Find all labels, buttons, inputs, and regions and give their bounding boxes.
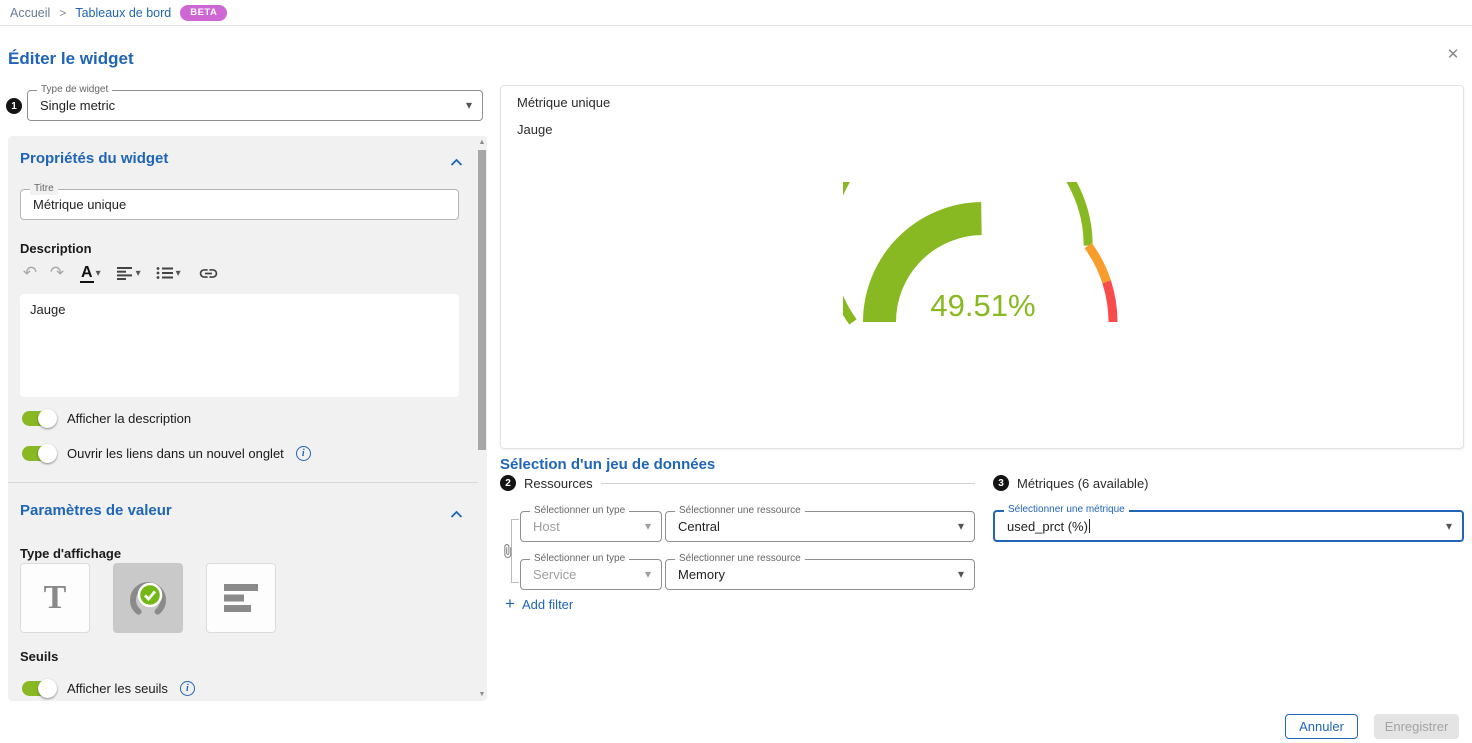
- breadcrumb-separator-icon: >: [59, 6, 66, 20]
- page-title: Éditer le widget: [8, 49, 134, 69]
- breadcrumb-dashboards-link[interactable]: Tableaux de bord: [75, 6, 171, 20]
- show-thresholds-toggle-row: Afficher les seuils i: [22, 677, 195, 699]
- properties-section-title: Propriétés du widget: [20, 150, 168, 167]
- collapse-properties-icon[interactable]: [450, 154, 463, 172]
- resources-rule: [601, 483, 975, 484]
- description-text: Jauge: [30, 302, 65, 317]
- thresholds-label: Seuils: [20, 649, 58, 664]
- scroll-up-icon[interactable]: ▲: [477, 139, 487, 146]
- edit-widget-modal: Accueil > Tableaux de bord BETA Éditer l…: [0, 0, 1472, 743]
- chevron-down-icon: ▾: [176, 268, 181, 279]
- widget-type-select[interactable]: Type de widget Single metric ▾: [27, 90, 483, 121]
- display-option-gauge[interactable]: [113, 563, 183, 633]
- breadcrumb: Accueil > Tableaux de bord BETA: [0, 0, 1472, 26]
- section-divider: [8, 482, 478, 483]
- save-button[interactable]: Enregistrer: [1374, 714, 1459, 739]
- title-field[interactable]: Titre Métrique unique: [20, 189, 459, 220]
- step-3-badge: 3: [993, 475, 1009, 491]
- display-option-bar[interactable]: [206, 563, 276, 633]
- attach-icon: [500, 543, 515, 564]
- show-description-label: Afficher la description: [67, 411, 191, 426]
- description-label: Description: [20, 241, 92, 256]
- list-icon[interactable]: ▾: [156, 261, 181, 285]
- beta-badge: BETA: [180, 5, 227, 21]
- link-icon[interactable]: [198, 261, 219, 285]
- chevron-down-icon: ▾: [645, 519, 651, 533]
- resource-type-value-1: Host: [533, 519, 560, 534]
- chevron-down-icon: ▾: [466, 98, 472, 112]
- widget-properties-panel: Propriétés du widget Titre Métrique uniq…: [8, 136, 487, 701]
- cancel-button[interactable]: Annuler: [1285, 714, 1358, 739]
- resource-select-1[interactable]: Sélectionner une ressource Central ▾: [665, 511, 975, 542]
- font-color-icon[interactable]: A ▾: [80, 261, 101, 285]
- chevron-down-icon: ▾: [958, 567, 964, 581]
- step-1-badge: 1: [6, 98, 22, 114]
- svg-text:49.51%: 49.51%: [930, 288, 1035, 323]
- open-links-toggle-row: Ouvrir les liens dans un nouvel onglet i: [22, 442, 311, 464]
- resource-type-value-2: Service: [533, 567, 576, 582]
- step-2-badge: 2: [500, 475, 516, 491]
- chevron-down-icon: ▾: [96, 268, 101, 279]
- metric-select-value: used_prct (%): [1007, 519, 1088, 534]
- show-thresholds-toggle[interactable]: [22, 681, 55, 696]
- plus-icon: +: [505, 596, 515, 612]
- add-filter-button[interactable]: + Add filter: [505, 596, 573, 612]
- info-icon[interactable]: i: [296, 446, 311, 461]
- resource-type-select-1[interactable]: Sélectionner un type Host ▾: [520, 511, 662, 542]
- text-cursor: [1089, 519, 1090, 533]
- widget-type-label: Type de widget: [37, 84, 112, 96]
- show-thresholds-label: Afficher les seuils: [67, 681, 168, 696]
- resource-label-1: Sélectionner une ressource: [675, 505, 805, 517]
- text-display-icon: T: [44, 579, 67, 617]
- dataset-section-title: Sélection d'un jeu de données: [500, 456, 715, 473]
- metrics-header: 3 Métriques (6 available): [993, 475, 1149, 491]
- panel-scrollbar[interactable]: ▲ ▼: [477, 136, 487, 701]
- collapse-value-settings-icon[interactable]: [450, 506, 463, 524]
- resources-header: 2 Ressources: [500, 475, 975, 491]
- resource-type-label-1: Sélectionner un type: [530, 505, 629, 517]
- chevron-down-icon: ▾: [958, 519, 964, 533]
- preview-subtitle: Jauge: [517, 122, 552, 137]
- widget-preview-card: Métrique unique Jauge 49.51%: [500, 85, 1464, 449]
- richtext-toolbar: ↶ ↷ A ▾ ▾ ▾: [20, 260, 219, 286]
- metric-select[interactable]: Sélectionner une métrique used_prct (%) …: [993, 510, 1464, 542]
- scroll-down-icon[interactable]: ▼: [477, 691, 487, 698]
- breadcrumb-home-link[interactable]: Accueil: [10, 6, 50, 20]
- preview-title: Métrique unique: [517, 95, 610, 110]
- bar-display-icon: [219, 581, 263, 615]
- gauge-display-icon: [125, 575, 171, 621]
- info-icon[interactable]: i: [180, 681, 195, 696]
- show-description-toggle[interactable]: [22, 411, 55, 426]
- resource-select-2[interactable]: Sélectionner une ressource Memory ▾: [665, 559, 975, 590]
- resource-value-2: Memory: [678, 567, 725, 582]
- resource-type-label-2: Sélectionner un type: [530, 553, 629, 565]
- description-editor[interactable]: Jauge: [20, 294, 459, 397]
- display-type-label: Type d'affichage: [20, 546, 121, 561]
- align-icon[interactable]: ▾: [116, 261, 141, 285]
- resource-type-select-2[interactable]: Sélectionner un type Service ▾: [520, 559, 662, 590]
- display-option-text[interactable]: T: [20, 563, 90, 633]
- gauge-chart: 49.51%: [843, 182, 1123, 332]
- metric-select-label: Sélectionner une métrique: [1004, 504, 1129, 516]
- metrics-label: Métriques (6 available): [1017, 476, 1149, 491]
- chevron-down-icon: ▾: [1446, 519, 1452, 533]
- title-field-value: Métrique unique: [33, 197, 126, 212]
- widget-type-value: Single metric: [40, 98, 115, 113]
- open-links-label: Ouvrir les liens dans un nouvel onglet: [67, 446, 284, 461]
- chevron-down-icon: ▾: [136, 268, 141, 279]
- undo-icon[interactable]: ↶: [20, 261, 40, 285]
- value-settings-section-title: Paramètres de valeur: [20, 502, 172, 519]
- title-field-label: Titre: [30, 183, 58, 195]
- resource-label-2: Sélectionner une ressource: [675, 553, 805, 565]
- close-icon[interactable]: ✕: [1442, 43, 1464, 65]
- scrollbar-thumb[interactable]: [478, 150, 486, 450]
- resource-value-1: Central: [678, 519, 720, 534]
- gauge-svg: 49.51%: [843, 182, 1123, 332]
- redo-icon[interactable]: ↷: [47, 261, 67, 285]
- resources-label: Ressources: [524, 476, 593, 491]
- add-filter-label: Add filter: [522, 597, 573, 612]
- open-links-toggle[interactable]: [22, 446, 55, 461]
- chevron-down-icon: ▾: [645, 567, 651, 581]
- show-description-toggle-row: Afficher la description: [22, 407, 191, 429]
